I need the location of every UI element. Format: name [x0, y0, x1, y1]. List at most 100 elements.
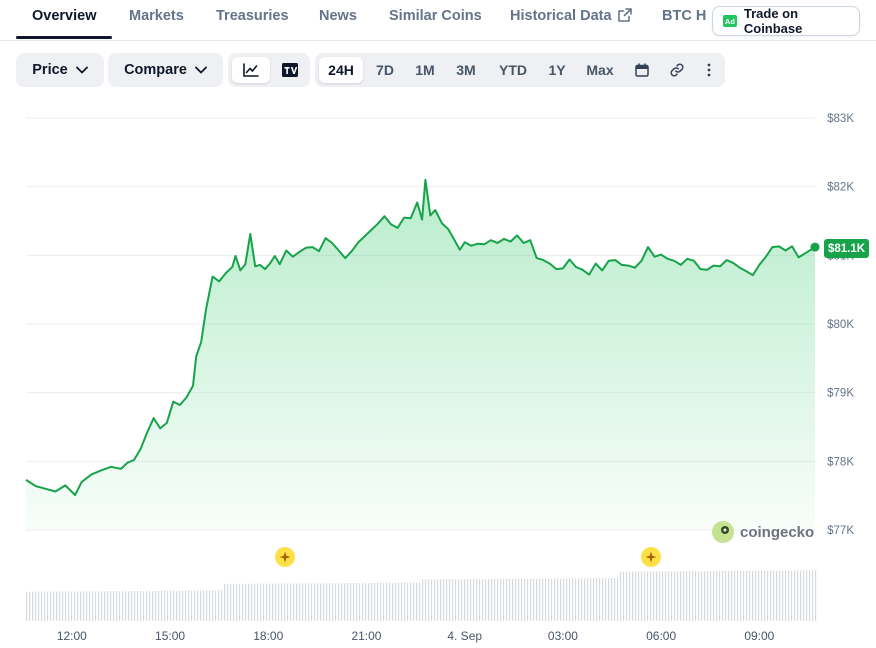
volume-bar [203, 590, 205, 621]
volume-bar [665, 571, 667, 621]
volume-bar [341, 583, 343, 621]
volume-bar [464, 579, 466, 621]
volume-bar [569, 578, 571, 621]
volume-bar [47, 591, 49, 621]
volume-bar [197, 590, 199, 621]
volume-bar [158, 590, 160, 621]
volume-bar [536, 578, 538, 621]
volume-bar [392, 582, 394, 621]
volume-bar [263, 583, 265, 621]
volume-bar [788, 570, 790, 621]
volume-bar [650, 571, 652, 621]
volume-bar [161, 590, 163, 621]
volume-bar [269, 583, 271, 621]
volume-bar [254, 583, 256, 621]
volume-bar [191, 590, 193, 621]
volume-bar [416, 582, 418, 621]
volume-bar [242, 583, 244, 621]
volume-bar [734, 570, 736, 621]
volume-bar [386, 582, 388, 621]
volume-bar [779, 570, 781, 621]
volume-bar [620, 571, 622, 621]
volume-bar [62, 591, 64, 621]
y-tick-label: $82K [827, 182, 854, 194]
volume-bar [329, 583, 331, 621]
volume-bar [545, 578, 547, 621]
volume-bar [560, 578, 562, 621]
volume-bar [479, 579, 481, 621]
volume-bar [704, 571, 706, 621]
volume-bar [764, 570, 766, 621]
volume-bar [77, 591, 79, 621]
volume-bar [239, 583, 241, 621]
volume-bar [533, 578, 535, 621]
volume-bar [503, 578, 505, 621]
volume-bar [155, 590, 157, 621]
volume-bar [452, 579, 454, 621]
volume-bar [491, 578, 493, 621]
volume-bar [701, 571, 703, 621]
price-chart[interactable]: $83K$82K$81K$80K$79K$78K$77K 12:0015:001… [0, 0, 876, 648]
volume-bar [710, 570, 712, 621]
volume-bar [53, 591, 55, 621]
x-tick-label: 4. Sep [447, 629, 482, 643]
volume-bar [143, 590, 145, 621]
volume-bar [332, 583, 334, 621]
volume-bar [290, 583, 292, 621]
volume-bar [188, 590, 190, 621]
volume-bar [101, 591, 103, 621]
volume-bar [752, 570, 754, 621]
volume-bar [689, 571, 691, 621]
volume-bar [584, 578, 586, 621]
volume-bar [68, 591, 70, 621]
volume-bar [662, 571, 664, 621]
coingecko-watermark: coingecko [712, 521, 814, 543]
watermark-text: coingecko [740, 523, 815, 541]
last-price-dot [810, 242, 820, 252]
volume-bar [740, 570, 742, 621]
volume-bar [365, 583, 367, 621]
volume-bar [317, 583, 319, 621]
volume-bar [140, 590, 142, 621]
volume-bar [314, 583, 316, 621]
volume-bar [767, 570, 769, 621]
volume-bar [527, 578, 529, 621]
volume-bar [674, 571, 676, 621]
volume-bar [776, 570, 778, 621]
volume-bar [344, 583, 346, 621]
volume-bar [206, 590, 208, 621]
volume-bar [482, 578, 484, 621]
y-tick-label: $77K [827, 525, 854, 537]
volume-bar [284, 583, 286, 621]
volume-bar [797, 570, 799, 621]
volume-bar [383, 582, 385, 621]
volume-bar [146, 590, 148, 621]
volume-bar [521, 578, 523, 621]
volume-bar [110, 591, 112, 621]
volume-bar [716, 570, 718, 621]
volume-bar [275, 583, 277, 621]
volume-bar [785, 570, 787, 621]
volume-bar [59, 591, 61, 621]
volume-bar [581, 578, 583, 621]
volume-bar [35, 591, 37, 621]
volume-bar [557, 578, 559, 621]
volume-bar [668, 571, 670, 621]
volume-bar [302, 583, 304, 621]
volume-bar [293, 583, 295, 621]
volume-bar [56, 591, 58, 621]
volume-bar [554, 578, 556, 621]
volume-bar [572, 578, 574, 621]
volume-bar [737, 570, 739, 621]
volume-bar [707, 571, 709, 621]
volume-bar [194, 590, 196, 621]
volume-bar [731, 570, 733, 621]
volume-bar [590, 578, 592, 621]
volume-bar [437, 579, 439, 621]
volume-bar [164, 590, 166, 621]
event-marker[interactable] [274, 547, 295, 567]
volume-bar [215, 590, 217, 621]
volume-bar [116, 591, 118, 621]
volume-bar [596, 578, 598, 621]
volume-bar [611, 578, 613, 621]
